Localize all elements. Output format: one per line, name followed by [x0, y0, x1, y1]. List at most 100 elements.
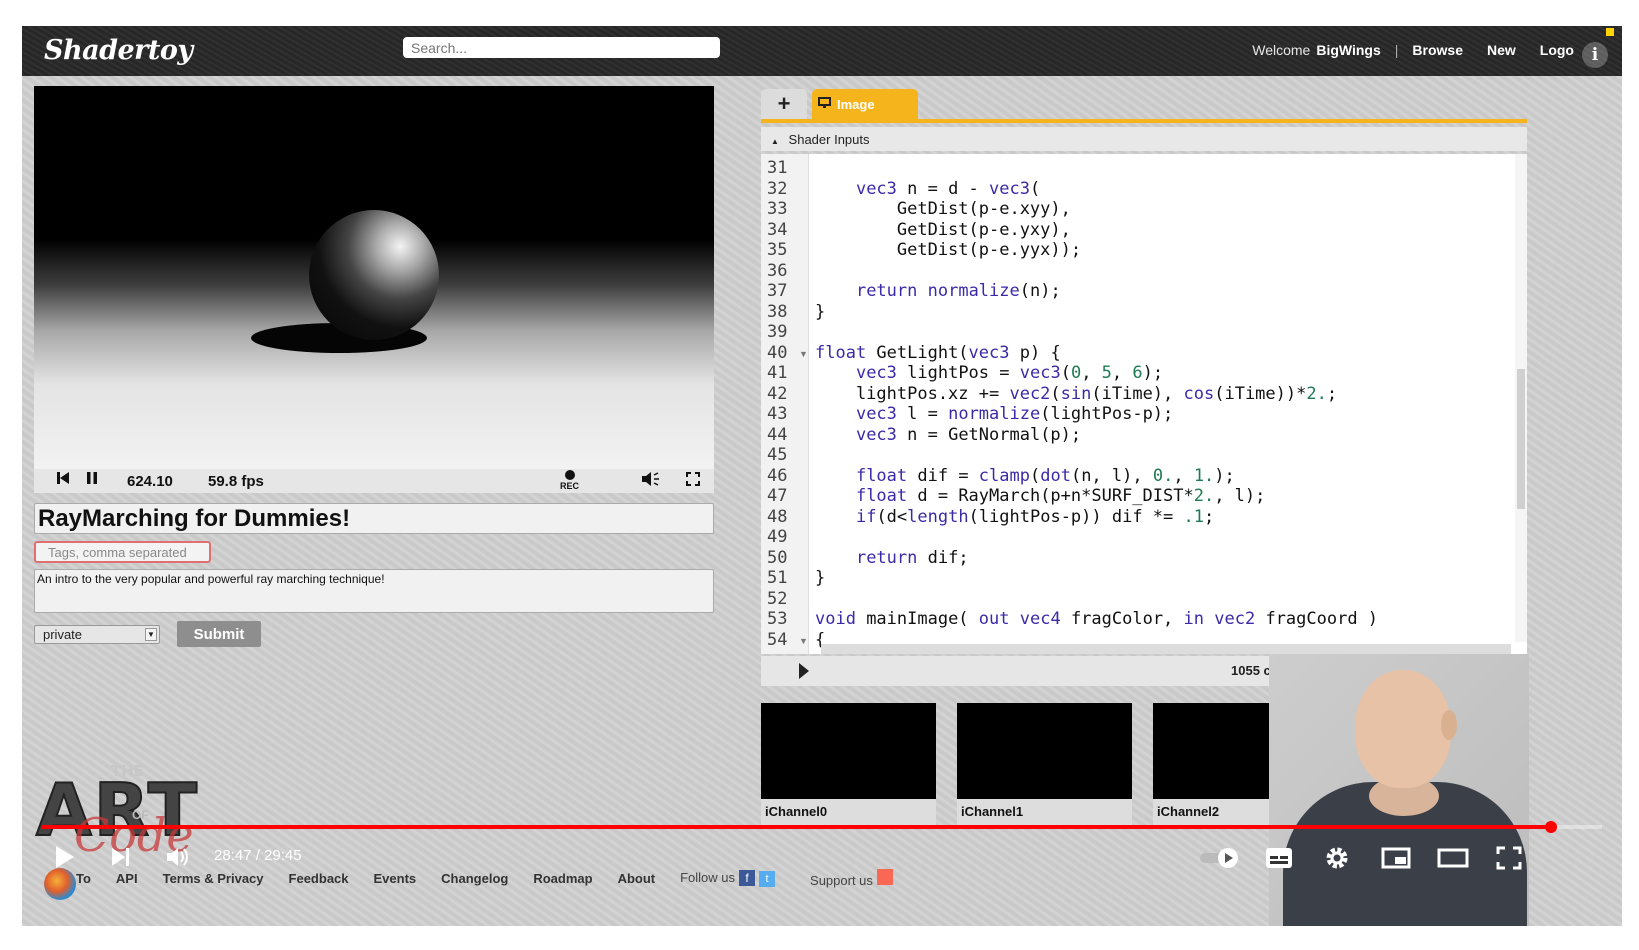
line-number: 46 — [767, 465, 788, 486]
fold-arrow-icon[interactable]: ▼ — [799, 636, 808, 646]
code-line[interactable]: vec3 lightPos = vec3(0, 5, 6); — [815, 363, 1163, 383]
miniplayer-icon[interactable] — [1381, 847, 1411, 874]
code-line[interactable]: } — [815, 568, 825, 588]
channel-avatar[interactable] — [44, 868, 76, 900]
notification-dot — [1606, 28, 1614, 36]
shader-viewport[interactable] — [34, 86, 714, 469]
line-gutter: 31 32 33 34 35 36 37 38 39 40 ▼ 41 42 43 44 45 46 47 48 49 5… — [761, 154, 809, 654]
line-number: 42 — [767, 383, 788, 404]
code-line[interactable]: if(d<length(lightPos-p)) dif *= .1; — [815, 507, 1214, 527]
line-number: 51 — [767, 568, 788, 588]
browse-link[interactable]: Browse — [1412, 42, 1463, 58]
volume-icon[interactable] — [165, 845, 191, 874]
line-number: 33 — [767, 199, 788, 219]
line-number: 54 — [767, 629, 788, 650]
line-number: 34 — [767, 219, 788, 240]
line-number: 40 — [767, 342, 788, 363]
code-line[interactable]: GetDist(p-e.yxy), — [815, 220, 1071, 240]
username[interactable]: BigWings — [1316, 42, 1380, 58]
new-link[interactable]: New — [1487, 42, 1516, 58]
record-button[interactable]: REC — [560, 470, 579, 491]
nav-separator: | — [1394, 42, 1399, 58]
channel-slot-0[interactable]: iChannel0 — [761, 703, 936, 825]
collapse-triangle-icon: ▲ — [771, 137, 779, 146]
channel-label: iChannel2 — [1157, 804, 1220, 819]
code-editor[interactable]: 31 32 33 34 35 36 37 38 39 40 ▼ 41 42 43 44 45 46 47 48 49 5… — [761, 154, 1527, 654]
channel-slot-1[interactable]: iChannel1 — [957, 703, 1132, 825]
presenter-ear — [1441, 710, 1457, 740]
settings-icon[interactable] — [1324, 845, 1350, 876]
pause-icon[interactable] — [86, 471, 98, 489]
line-number: 36 — [767, 260, 788, 281]
line-number: 31 — [767, 158, 788, 178]
tags-input[interactable]: Tags, comma separated — [34, 541, 211, 563]
line-number: 50 — [767, 547, 788, 568]
code-line[interactable]: return dif; — [815, 548, 969, 568]
welcome-text: Welcome — [1252, 42, 1311, 58]
line-number: 47 — [767, 486, 788, 506]
fps-readout: 59.8 fps — [208, 473, 264, 490]
tab-underline — [761, 119, 1527, 123]
code-line[interactable]: vec3 n = GetNormal(p); — [815, 425, 1081, 445]
code-line[interactable]: vec3 n = d - vec3( — [815, 179, 1040, 199]
chevron-down-icon: ▼ — [145, 628, 157, 641]
code-line[interactable]: float dif = clamp(dot(n, l), 0., 1.); — [815, 466, 1235, 486]
tab-image[interactable]: Image — [812, 89, 918, 119]
top-bar: Shadertoy Welcome BigWings | Browse New … — [22, 26, 1622, 76]
vertical-scrollbar[interactable] — [1515, 154, 1527, 642]
line-number: 49 — [767, 527, 788, 547]
volume-icon[interactable] — [641, 471, 661, 491]
code-line[interactable]: void mainImage( out vec4 fragColor, in v… — [815, 609, 1378, 629]
code-line[interactable]: float GetLight(vec3 p) { — [815, 343, 1061, 363]
subtitles-icon[interactable] — [1265, 847, 1293, 874]
line-number: 41 — [767, 363, 788, 383]
next-icon[interactable] — [110, 846, 132, 873]
player-controls: 624.10 59.8 fps REC — [34, 469, 714, 493]
video-progress-bar[interactable] — [42, 821, 1602, 833]
line-number: 48 — [767, 506, 788, 527]
monitor-icon — [818, 96, 831, 112]
code-line[interactable]: GetDist(p-e.xyy), — [815, 199, 1071, 219]
scroll-thumb[interactable] — [1517, 369, 1525, 509]
horizontal-scrollbar[interactable] — [821, 644, 1511, 654]
description-input[interactable]: An intro to the very popular and powerfu… — [34, 569, 714, 613]
channel-label: iChannel0 — [765, 804, 828, 819]
line-number: 52 — [767, 588, 788, 609]
shader-title-input[interactable]: RayMarching for Dummies! — [34, 503, 714, 534]
line-number: 35 — [767, 240, 788, 260]
tab-image-label: Image — [837, 96, 875, 112]
channel-preview — [761, 703, 936, 799]
info-icon[interactable]: i — [1582, 42, 1608, 68]
theater-mode-icon[interactable] — [1437, 848, 1469, 873]
watermark-of: OF — [132, 808, 149, 822]
fullscreen-icon[interactable] — [685, 471, 701, 491]
scrubber-handle[interactable] — [1545, 821, 1558, 833]
code-line[interactable]: lightPos.xz += vec2(sin(iTime), cos(iTim… — [815, 384, 1337, 404]
visibility-select[interactable]: private ▼ — [34, 625, 160, 644]
line-number: 37 — [767, 281, 788, 301]
shader-inputs-label: Shader Inputs — [788, 132, 870, 147]
time-readout: 624.10 — [127, 473, 173, 490]
fullscreen-icon[interactable] — [1496, 846, 1522, 875]
code-line[interactable]: return normalize(n); — [815, 281, 1061, 301]
code-line[interactable]: } — [815, 302, 825, 322]
shadertoy-logo[interactable]: Shadertoy — [44, 35, 193, 66]
compile-play-icon[interactable] — [799, 663, 809, 679]
line-number: 32 — [767, 178, 788, 199]
record-icon — [564, 470, 575, 480]
autoplay-toggle[interactable] — [1198, 847, 1242, 874]
rendered-sphere — [309, 210, 439, 340]
fold-arrow-icon[interactable]: ▼ — [799, 349, 808, 359]
logout-link[interactable]: Logo — [1540, 42, 1574, 58]
code-line[interactable]: GetDist(p-e.yyx)); — [815, 240, 1081, 260]
youtube-controls: 28:47 / 29:45 — [22, 838, 1622, 878]
add-tab-button[interactable]: + — [761, 89, 807, 119]
line-number: 38 — [767, 301, 788, 322]
code-line[interactable]: float d = RayMarch(p+n*SURF_DIST*2., l); — [815, 486, 1265, 506]
rewind-icon[interactable] — [56, 471, 70, 489]
shader-inputs-toggle[interactable]: ▲ Shader Inputs — [761, 127, 1527, 151]
search-input[interactable] — [403, 37, 720, 58]
code-line[interactable]: vec3 l = normalize(lightPos-p); — [815, 404, 1173, 424]
submit-button[interactable]: Submit — [177, 621, 261, 647]
line-number: 43 — [767, 404, 788, 424]
